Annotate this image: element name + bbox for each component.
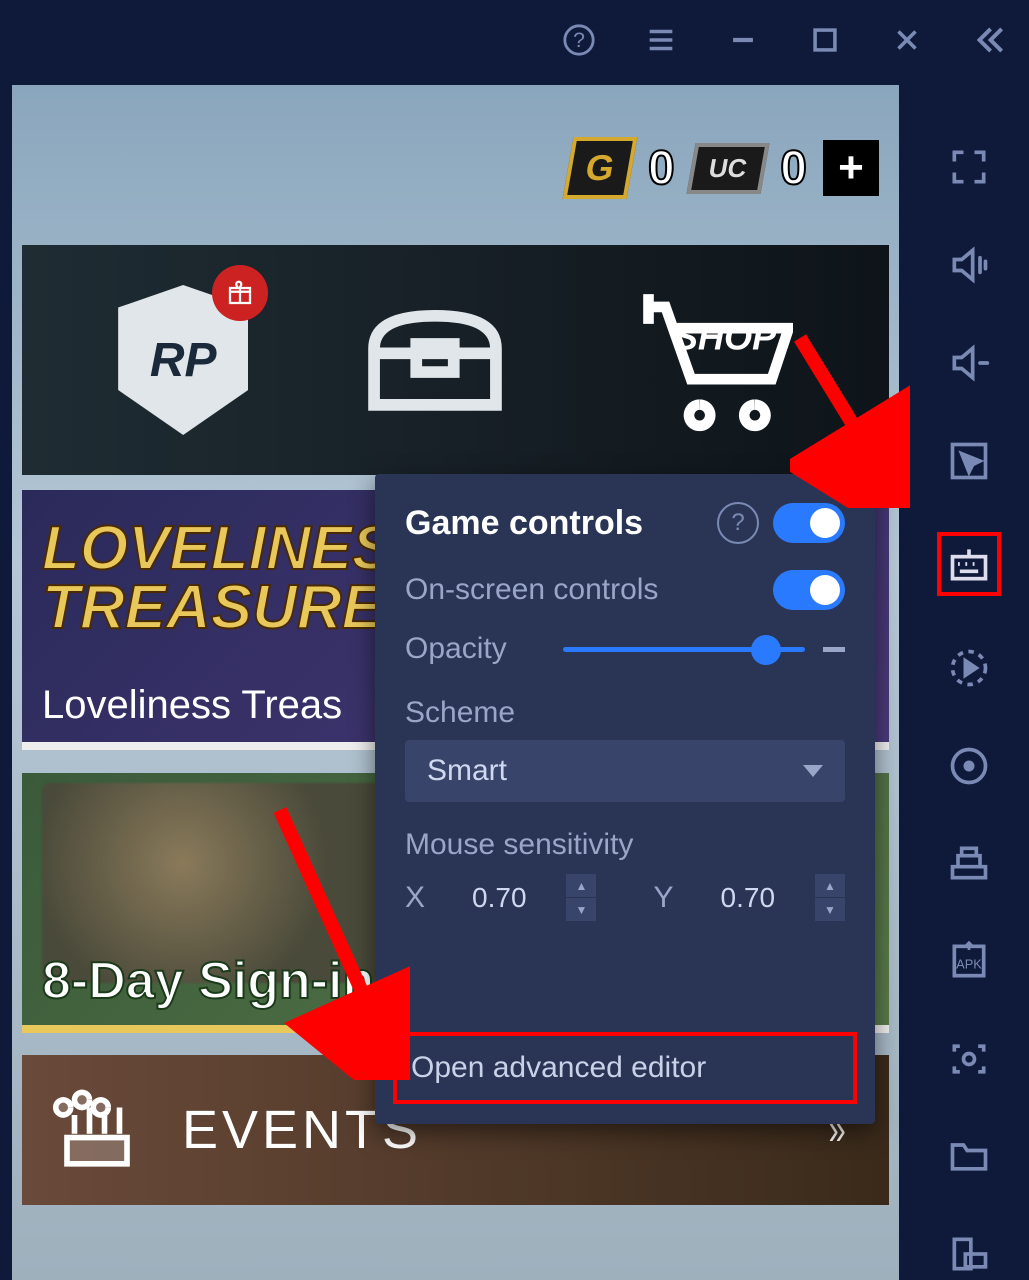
annotation-arrow bbox=[270, 800, 410, 1080]
gift-badge-icon bbox=[212, 265, 268, 321]
scheme-value: Smart bbox=[427, 754, 507, 788]
window-titlebar: ? bbox=[0, 0, 1029, 80]
sens-y-stepper[interactable]: ▲ ▼ bbox=[815, 874, 845, 922]
maximize-icon[interactable] bbox=[805, 20, 845, 60]
royal-pass-button[interactable]: RP bbox=[118, 285, 248, 435]
opacity-slider[interactable] bbox=[563, 647, 805, 652]
banner-subtitle: Loveliness Treas bbox=[42, 683, 342, 728]
multi-instance-icon[interactable] bbox=[943, 837, 995, 889]
fullscreen-icon[interactable] bbox=[943, 142, 995, 194]
onscreen-controls-label: On-screen controls bbox=[405, 573, 658, 607]
help-icon[interactable]: ? bbox=[559, 20, 599, 60]
currency-bar: G 0 UC 0 + bbox=[12, 133, 879, 203]
chevron-down-icon bbox=[803, 765, 823, 777]
svg-text:?: ? bbox=[573, 28, 585, 52]
screenshot-icon[interactable] bbox=[943, 1033, 995, 1085]
annotation-arrow bbox=[790, 328, 910, 508]
cursor-lock-icon[interactable] bbox=[943, 435, 995, 487]
svg-text:SHOP: SHOP bbox=[674, 316, 777, 357]
caret-up-icon[interactable]: ▲ bbox=[566, 874, 596, 898]
caret-up-icon[interactable]: ▲ bbox=[815, 874, 845, 898]
g-currency-value: 0 bbox=[648, 141, 675, 196]
shop-toolbar: RP SHOP bbox=[22, 245, 889, 475]
scheme-dropdown[interactable]: Smart bbox=[405, 740, 845, 802]
scheme-label: Scheme bbox=[405, 696, 845, 730]
uc-currency-value: 0 bbox=[780, 141, 807, 196]
game-controls-toggle[interactable] bbox=[773, 503, 845, 543]
sync-operations-icon[interactable] bbox=[943, 740, 995, 792]
open-advanced-editor-button[interactable]: Open advanced editor bbox=[393, 1032, 857, 1104]
g-currency-badge[interactable]: G bbox=[563, 137, 638, 199]
menu-icon[interactable] bbox=[641, 20, 681, 60]
sens-y-label: Y bbox=[654, 881, 681, 915]
crate-button[interactable] bbox=[360, 293, 510, 428]
game-controls-panel: Game controls ? On-screen controls Opaci… bbox=[375, 474, 875, 1124]
sens-y-value[interactable]: 0.70 bbox=[695, 872, 801, 924]
uc-currency-badge[interactable]: UC bbox=[686, 143, 769, 194]
mouse-sensitivity-label: Mouse sensitivity bbox=[405, 828, 845, 862]
onscreen-controls-toggle[interactable] bbox=[773, 570, 845, 610]
caret-down-icon[interactable]: ▼ bbox=[815, 898, 845, 922]
macro-record-icon[interactable] bbox=[943, 642, 995, 694]
shop-button[interactable]: SHOP bbox=[623, 285, 793, 435]
add-currency-button[interactable]: + bbox=[823, 140, 879, 196]
panel-title: Game controls bbox=[405, 504, 703, 543]
volume-up-icon[interactable] bbox=[943, 239, 995, 291]
sens-x-value[interactable]: 0.70 bbox=[446, 872, 552, 924]
install-apk-icon[interactable]: APK bbox=[943, 935, 995, 987]
opacity-max-icon bbox=[823, 647, 845, 652]
help-icon[interactable]: ? bbox=[717, 502, 759, 544]
rotate-icon[interactable] bbox=[943, 1228, 995, 1280]
minimize-icon[interactable] bbox=[723, 20, 763, 60]
keyboard-controls-icon[interactable] bbox=[937, 532, 1001, 596]
emulator-sidebar: APK bbox=[909, 0, 1029, 1280]
sens-x-stepper[interactable]: ▲ ▼ bbox=[566, 874, 596, 922]
media-folder-icon[interactable] bbox=[943, 1131, 995, 1183]
events-icon bbox=[52, 1085, 142, 1175]
caret-down-icon[interactable]: ▼ bbox=[566, 898, 596, 922]
svg-text:APK: APK bbox=[956, 956, 982, 971]
volume-down-icon[interactable] bbox=[943, 337, 995, 389]
opacity-label: Opacity bbox=[405, 632, 545, 666]
